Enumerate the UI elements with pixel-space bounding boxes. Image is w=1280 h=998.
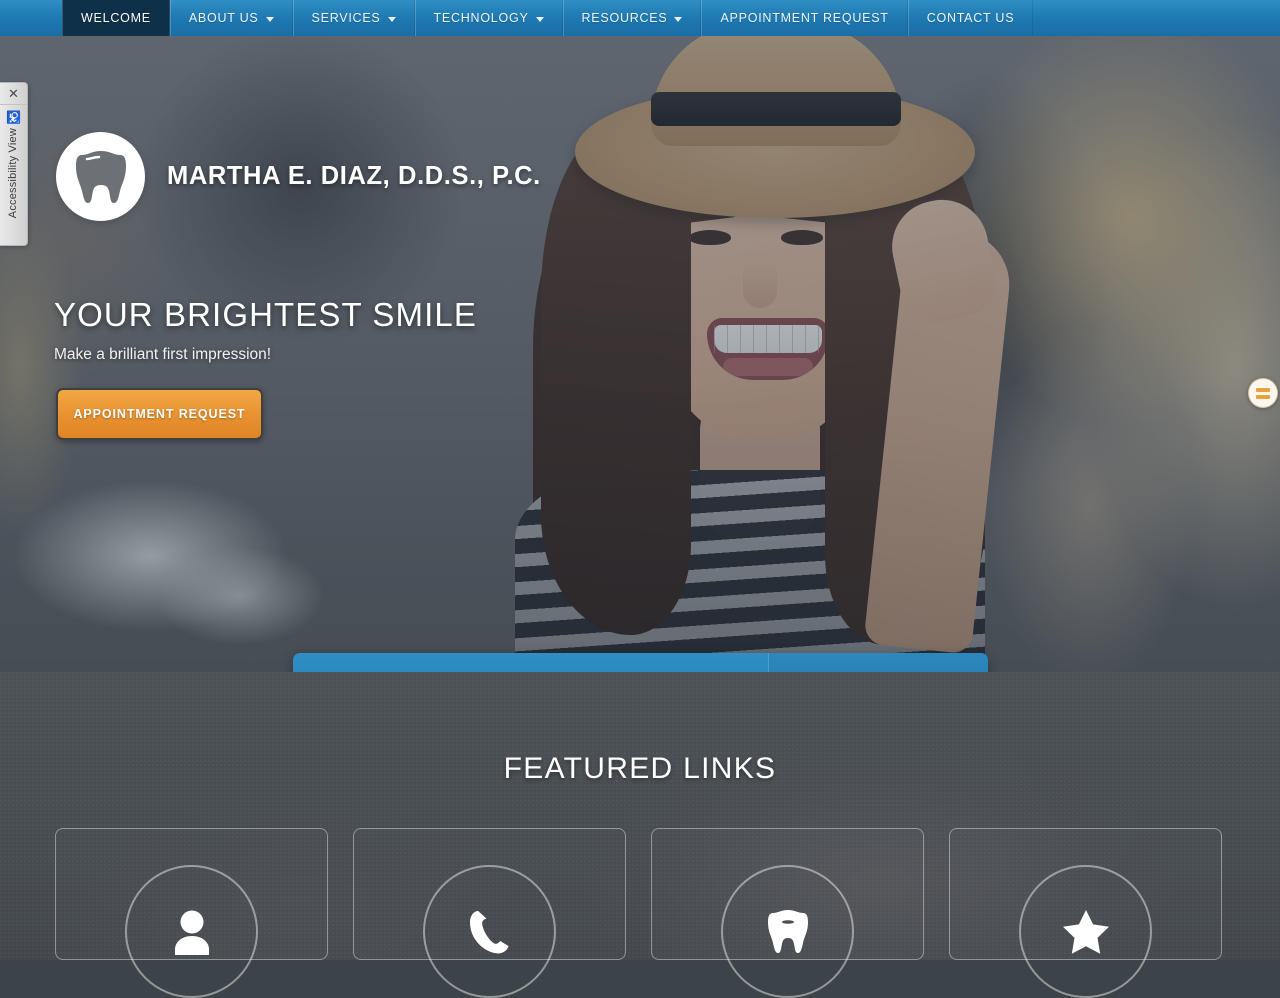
nav-label: CONTACT US (926, 11, 1015, 25)
nav-label: APPOINTMENT REQUEST (720, 11, 889, 25)
nav-item-resources[interactable]: RESOURCES (562, 0, 702, 36)
nav-label: WELCOME (81, 11, 151, 25)
accessibility-toggle-widget[interactable] (1248, 378, 1278, 408)
nav-label: TECHNOLOGY (433, 11, 529, 25)
featured-card-tooth[interactable] (651, 828, 924, 998)
hero-subheadline: Make a brilliant first impression! (54, 346, 272, 363)
chevron-down-icon (387, 16, 396, 22)
chevron-down-icon (265, 16, 274, 22)
accessibility-person-icon: ♿ (6, 110, 21, 124)
chevron-down-icon (535, 16, 544, 22)
featured-card-person[interactable] (55, 828, 328, 998)
hero-banner: MARTHA E. DIAZ, D.D.S., P.C. YOUR BRIGHT… (0, 36, 1280, 672)
person-icon (174, 910, 209, 955)
tooth-icon (767, 909, 808, 953)
icon-ring (125, 865, 258, 998)
nav-item-contact-us[interactable]: CONTACT US (907, 0, 1034, 36)
hero-headline: YOUR BRIGHTEST SMILE (54, 296, 477, 333)
menu-bar-line (1256, 394, 1270, 399)
logo-badge[interactable] (56, 132, 145, 221)
chevron-down-icon (674, 16, 683, 22)
icon-ring (721, 865, 854, 998)
close-icon[interactable]: ✕ (0, 83, 27, 105)
connect-section: CONNECT WITH US! (768, 653, 988, 672)
practice-info-panel: MARTHA E. DIAZ, D.D.S., P.C. 1611 Grand … (293, 653, 988, 672)
brand-title: MARTHA E. DIAZ, D.D.S., P.C. (167, 162, 541, 190)
nav-item-welcome[interactable]: WELCOME (62, 0, 170, 36)
icon-ring (1019, 865, 1152, 998)
nav-left-spacer (0, 0, 62, 36)
nav-item-services[interactable]: SERVICES (292, 0, 415, 36)
accessibility-view-tab[interactable]: ✕ ♿ Accessibility View (0, 82, 28, 246)
cta-label: APPOINTMENT REQUEST (73, 407, 246, 421)
brand-lockup: MARTHA E. DIAZ, D.D.S., P.C. (56, 132, 541, 221)
accessibility-tab-label: Accessibility View (7, 128, 20, 219)
featured-card-star[interactable] (949, 828, 1222, 998)
tooth-icon (75, 150, 126, 203)
icon-ring (423, 865, 556, 998)
nav-label: SERVICES (311, 11, 381, 25)
accessibility-tab-body: ♿ Accessibility View (6, 105, 21, 245)
star-icon (1062, 909, 1109, 954)
menu-bar-line (1256, 387, 1270, 392)
phone-icon (469, 910, 509, 953)
featured-links-title: FEATURED LINKS (503, 752, 777, 785)
nav-label: ABOUT US (188, 11, 259, 25)
featured-card-phone[interactable] (353, 828, 626, 998)
featured-links-cards (55, 828, 1225, 998)
nav-label: RESOURCES (581, 11, 668, 25)
nav-item-technology[interactable]: TECHNOLOGY (414, 0, 563, 36)
practice-details: MARTHA E. DIAZ, D.D.S., P.C. 1611 Grand … (293, 653, 768, 672)
main-navigation: WELCOME ABOUT US SERVICES TECHNOLOGY RES… (0, 0, 1280, 36)
nav-item-about-us[interactable]: ABOUT US (169, 0, 293, 36)
nav-item-appointment-request[interactable]: APPOINTMENT REQUEST (701, 0, 908, 36)
appointment-request-button[interactable]: APPOINTMENT REQUEST (56, 388, 263, 440)
